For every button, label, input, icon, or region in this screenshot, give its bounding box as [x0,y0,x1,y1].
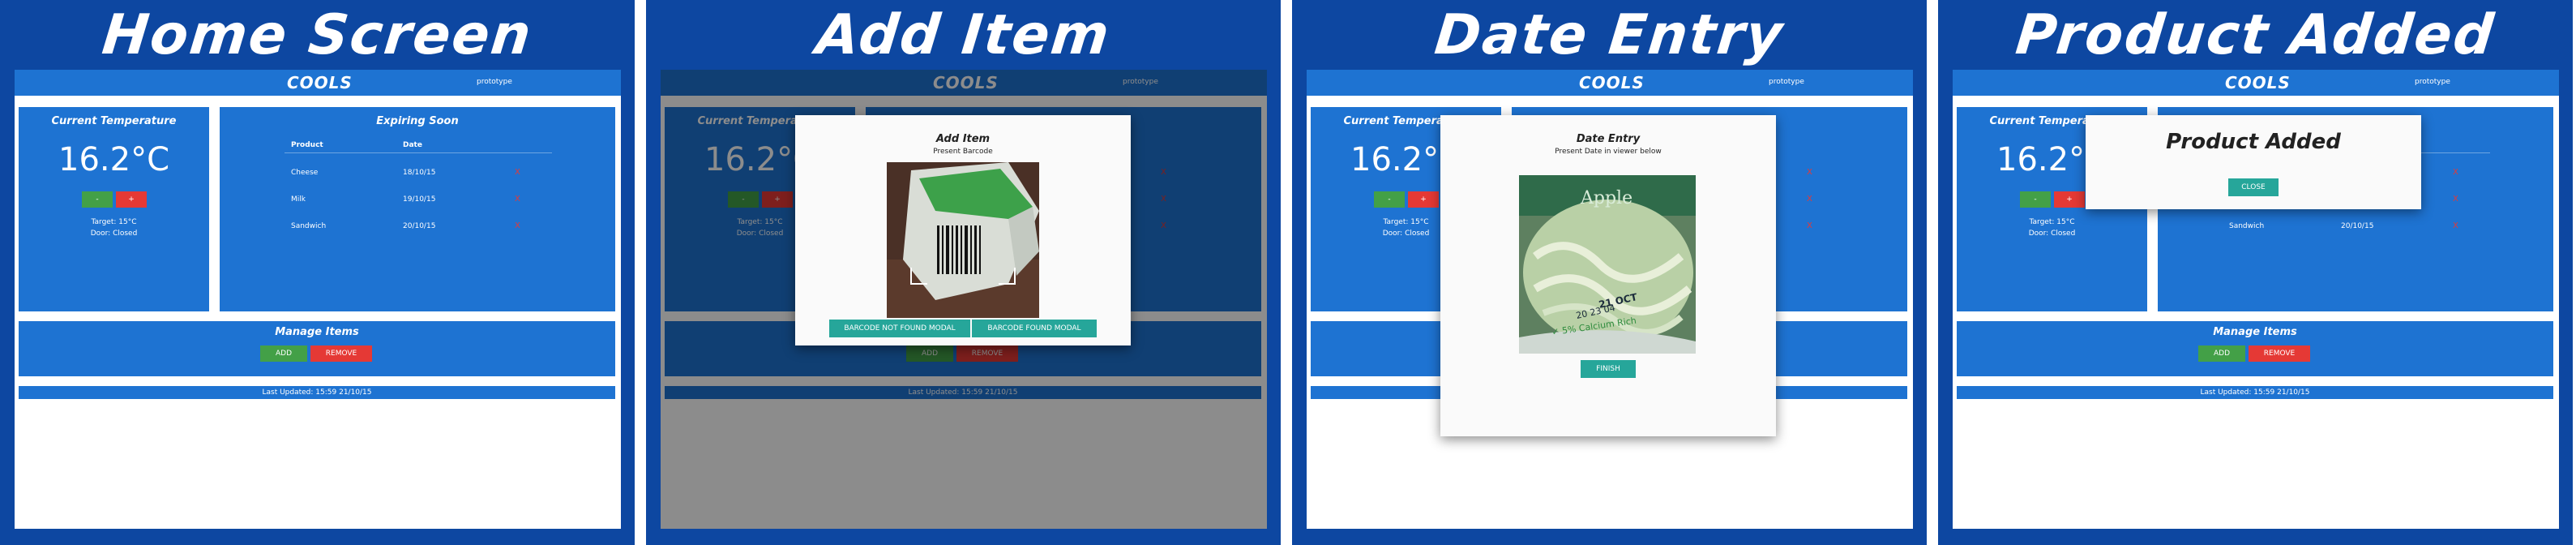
app-logo[interactable]: COOLS [287,73,353,92]
panel-heading: Add Item [813,2,1114,67]
panel-heading: Home Screen [99,2,536,67]
row-date: 19/10/15 [403,195,436,204]
increase-temp-button[interactable]: + [116,191,147,208]
remove-item-button[interactable]: REMOVE [310,345,372,362]
decrease-temp-button[interactable]: - [1374,191,1405,208]
temperature-card: Current Temperature 16.2°C - + Target: 1… [19,107,209,311]
column-header-product: Product [291,141,323,149]
door-status: Door: Closed [2028,230,2076,238]
row-product: Sandwich [291,222,327,230]
panel-add-item: Add Item COOLS prototype Current Tempera… [646,0,1281,545]
remove-item-button[interactable]: REMOVE [2249,345,2310,362]
remove-row-icon[interactable]: X [2453,195,2458,204]
app-logo[interactable]: COOLS [2225,73,2291,92]
manage-title: Manage Items [2213,326,2297,338]
app-screen: COOLS prototype Current Temperature 16.2… [15,70,621,529]
app-screen: COOLS prototype Current Temperature 16.2… [1307,70,1913,529]
app-header: COOLS prototype [15,70,621,96]
last-updated-bar: Last Updated: 15:59 21/10/15 [19,386,615,399]
decrease-temp-button[interactable]: - [2020,191,2051,208]
expiring-card: Expiring Soon Product Date Cheese 18/10/… [220,107,615,311]
modal-subtitle: Present Barcode [933,148,993,156]
row-product: Milk [291,195,306,204]
panel-home-screen: Home Screen COOLS prototype Current Temp… [0,0,635,545]
app-tagline: prototype [1769,78,1804,86]
app-header: COOLS prototype [1953,70,2559,96]
photo-brand-text: Apple [1581,188,1633,208]
panel-heading: Product Added [2013,2,2498,67]
app-tagline: prototype [2415,78,2450,86]
row-date: 20/10/15 [403,222,436,230]
row-date: 18/10/15 [403,169,436,177]
product-added-modal: Product Added CLOSE [2086,115,2421,209]
remove-row-icon[interactable]: X [515,168,520,177]
close-button[interactable]: CLOSE [2228,178,2279,196]
remove-row-icon[interactable]: X [2453,221,2458,230]
target-temperature: Target: 15°C [2029,218,2075,226]
manage-title: Manage Items [275,326,359,338]
modal-subtitle: Present Date in viewer below [1555,148,1662,156]
app-screen: COOLS prototype Current Temperature 16.2… [1953,70,2559,529]
row-product: Sandwich [2229,222,2265,230]
remove-row-icon[interactable]: X [1807,168,1812,177]
barcode-camera-view [887,162,1039,318]
last-updated-bar: Last Updated: 15:59 21/10/15 [1957,386,2553,399]
remove-row-icon[interactable]: X [1807,195,1812,204]
door-status: Door: Closed [90,230,138,238]
remove-row-icon[interactable]: X [515,195,520,204]
add-item-button[interactable]: ADD [2198,345,2245,362]
modal-title: Product Added [2166,130,2341,154]
app-header: COOLS prototype [1307,70,1913,96]
column-header-date: Date [403,141,422,149]
app-tagline: prototype [477,78,512,86]
app-screen: COOLS prototype Current Temperature 16.2… [661,70,1267,529]
barcode-not-found-button[interactable]: BARCODE NOT FOUND MODAL [829,320,970,337]
expiring-title: Expiring Soon [376,115,459,127]
date-entry-modal: Date Entry Present Date in viewer below … [1440,115,1776,436]
panel-heading: Date Entry [1431,2,1787,67]
temperature-value: 16.2°C [58,141,169,178]
temperature-title: Current Temperature [51,115,177,127]
finish-button[interactable]: FINISH [1581,360,1636,378]
panel-date-entry: Date Entry COOLS prototype Current Tempe… [1292,0,1927,545]
modal-title: Date Entry [1576,133,1641,145]
modal-title: Add Item [935,133,991,145]
row-date: 20/10/15 [2341,222,2374,230]
add-item-button[interactable]: ADD [260,345,307,362]
barcode-found-button[interactable]: BARCODE FOUND MODAL [972,320,1097,337]
panel-product-added: Product Added COOLS prototype Current Te… [1938,0,2573,545]
table-divider [285,152,552,153]
add-item-modal: Add Item Present Barcode BARCODE NOT FOU… [795,115,1131,345]
remove-row-icon[interactable]: X [2453,168,2458,177]
app-logo[interactable]: COOLS [1579,73,1645,92]
increase-temp-button[interactable]: + [2054,191,2085,208]
target-temperature: Target: 15°C [91,218,137,226]
decrease-temp-button[interactable]: - [82,191,113,208]
increase-temp-button[interactable]: + [1408,191,1439,208]
remove-row-icon[interactable]: X [1807,221,1812,230]
row-product: Cheese [291,169,319,177]
date-camera-view: Apple 21 OCT 20 23 04 ✓ 5% Calcium Rich [1519,175,1696,354]
remove-row-icon[interactable]: X [515,221,520,230]
barcode-photo-image [887,162,1039,318]
